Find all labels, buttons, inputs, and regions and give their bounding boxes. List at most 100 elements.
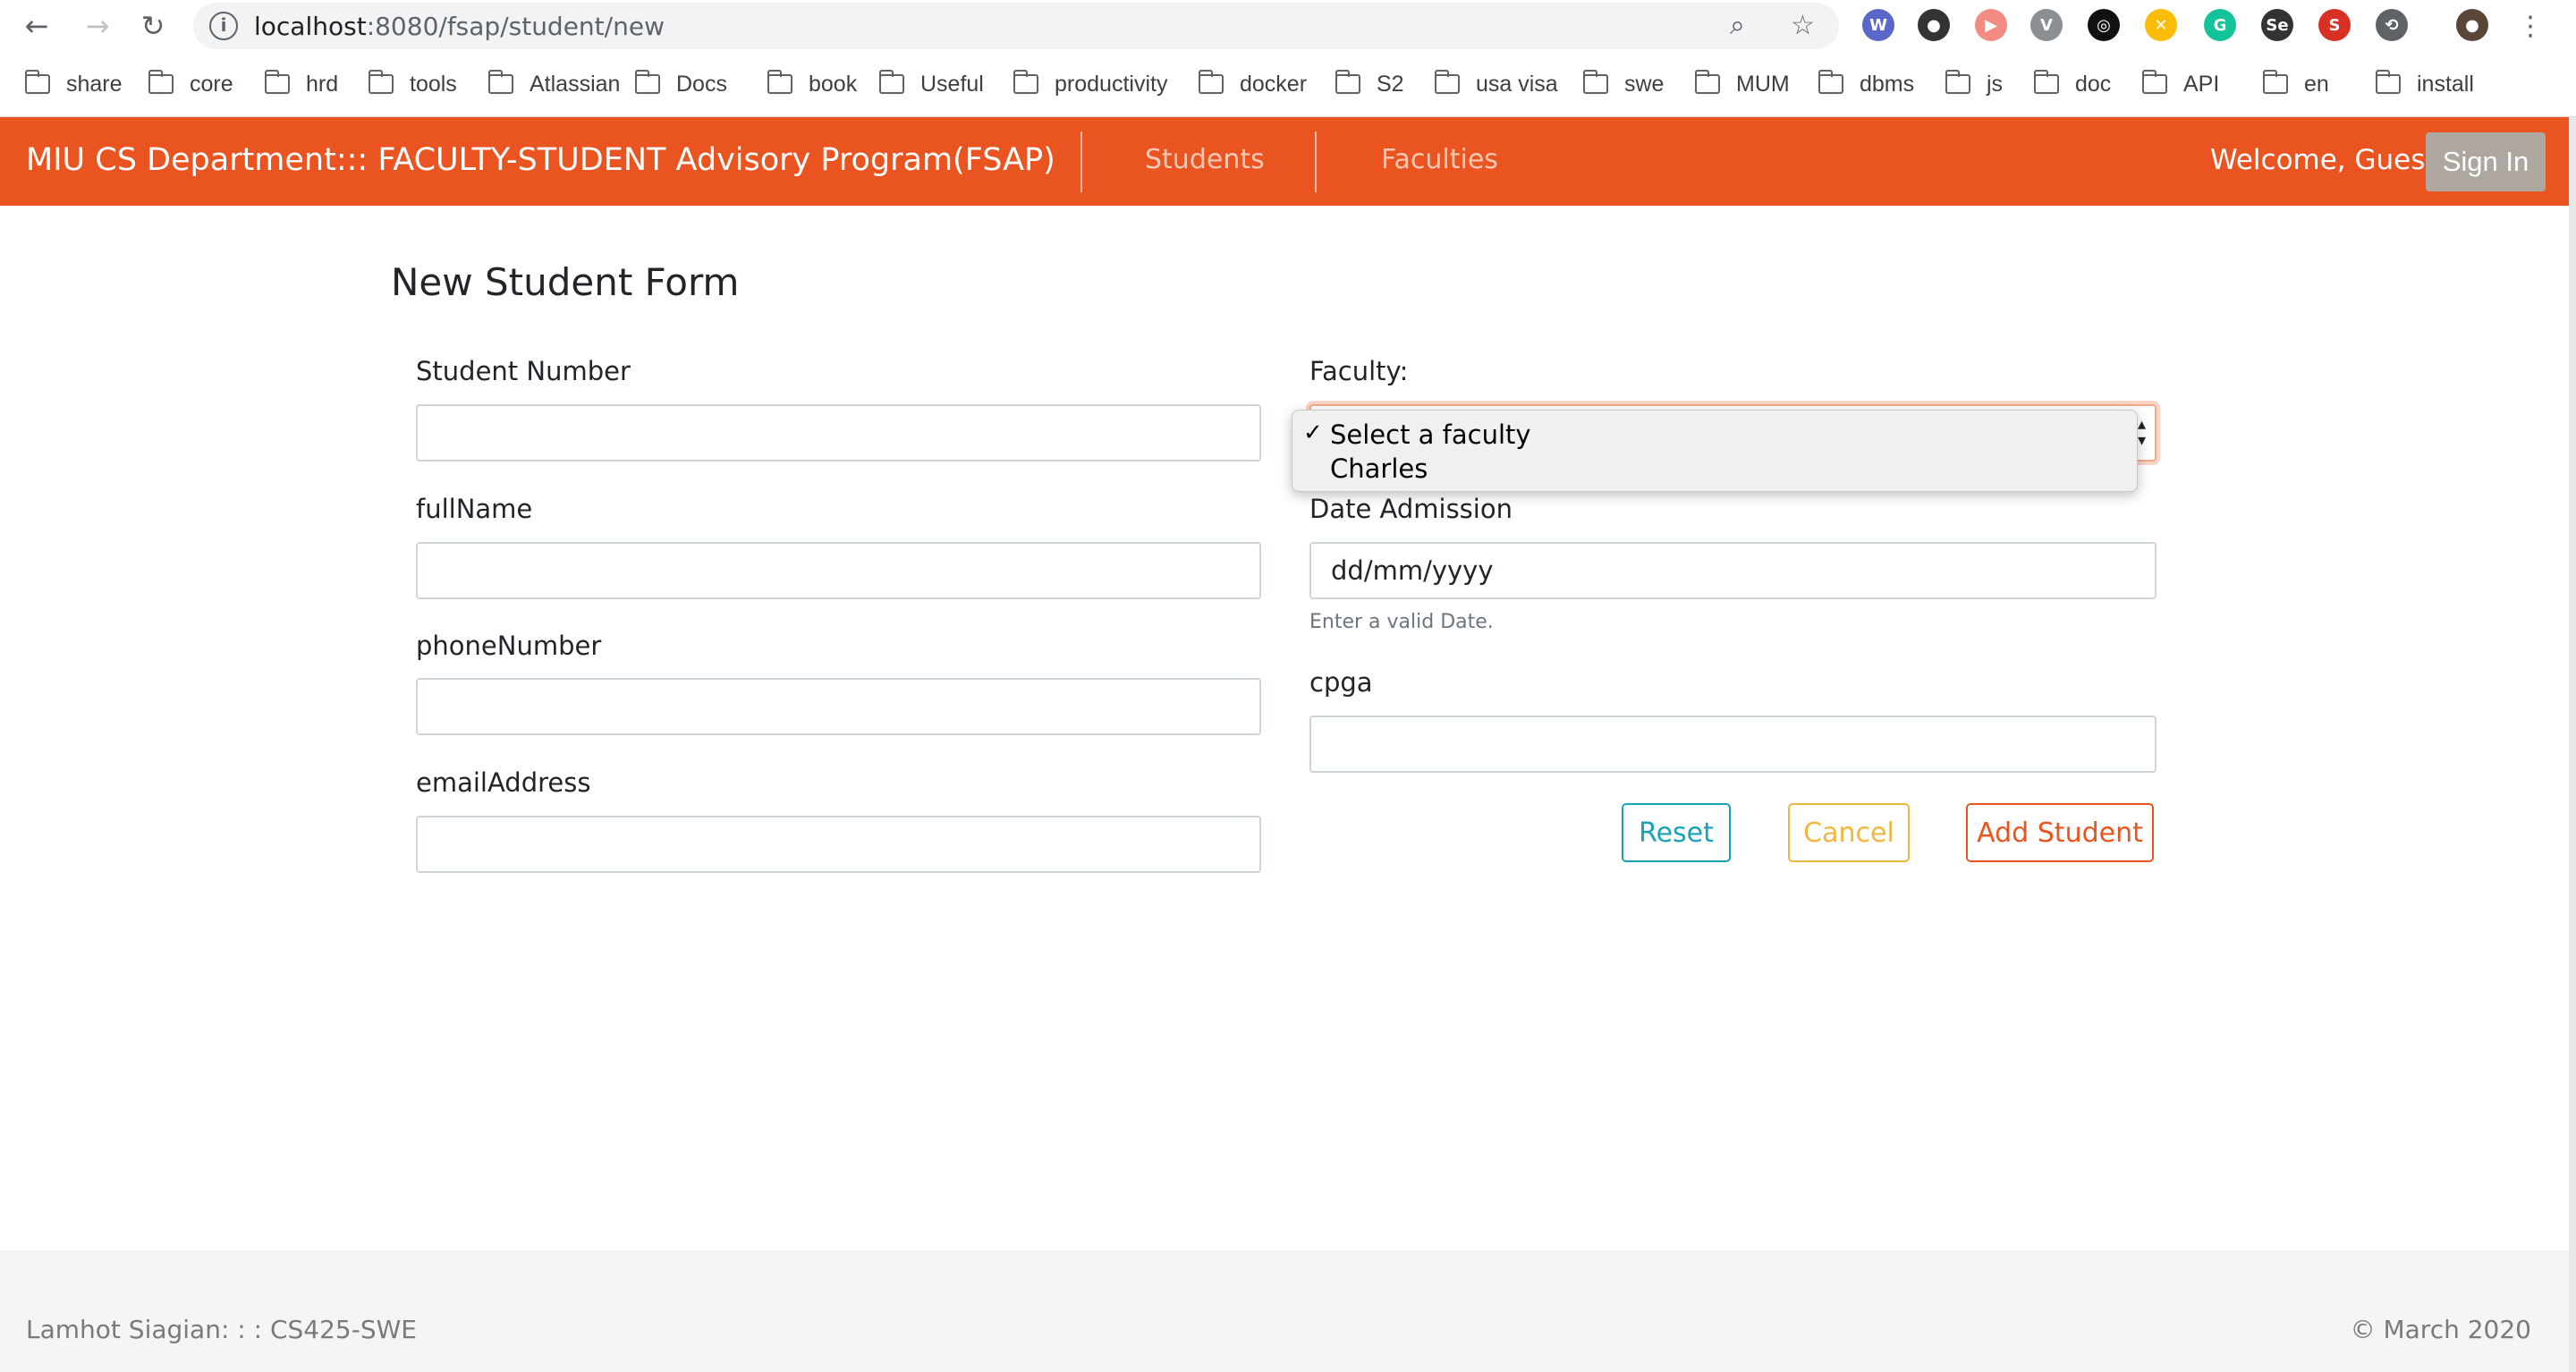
url-host: localhost	[254, 12, 367, 41]
bookmark-label: Docs	[676, 71, 727, 97]
extension-grammarly-icon[interactable]: G	[2204, 9, 2236, 41]
folder-icon	[264, 70, 290, 94]
faculty-label: Faculty:	[1309, 356, 1409, 386]
sign-in-button[interactable]: Sign In	[2426, 132, 2546, 191]
date-admission-label: Date Admission	[1309, 494, 1513, 524]
bookmark-item[interactable]: MUM	[1694, 68, 1790, 100]
extension-chrome-icon[interactable]: ✕	[2145, 9, 2177, 41]
bookmark-label: hrd	[306, 71, 339, 97]
phone-number-input[interactable]	[416, 678, 1261, 735]
extension-history-icon[interactable]: ⟲	[2376, 9, 2408, 41]
bookmark-item[interactable]: js	[1945, 68, 2003, 100]
bookmark-item[interactable]: usa visa	[1434, 68, 1558, 100]
url-path: :8080/fsap/student/new	[366, 12, 665, 41]
bookmark-item[interactable]: Useful	[878, 68, 984, 100]
faculty-option[interactable]: Select a faculty	[1330, 419, 1531, 450]
bookmark-label: docker	[1240, 71, 1308, 97]
bookmark-label: share	[66, 71, 123, 97]
cancel-button[interactable]: Cancel	[1788, 803, 1910, 862]
folder-icon	[487, 70, 513, 94]
site-info-icon[interactable]: i	[209, 12, 238, 40]
folder-icon	[2141, 70, 2167, 94]
fullname-input[interactable]	[416, 542, 1261, 599]
cpga-input[interactable]	[1309, 716, 2157, 773]
nav-link-faculties[interactable]: Faculties	[1381, 144, 1498, 175]
forward-arrow-icon[interactable]: →	[77, 5, 118, 47]
back-arrow-icon[interactable]: ←	[16, 5, 57, 47]
page-scrollbar[interactable]	[2569, 117, 2576, 1372]
nav-divider	[1080, 131, 1082, 192]
extension-target-icon[interactable]: ◎	[2088, 9, 2120, 41]
folder-icon	[148, 70, 174, 94]
reset-button[interactable]: Reset	[1622, 803, 1731, 862]
nav-divider	[1315, 131, 1317, 192]
bookmark-item[interactable]: Docs	[634, 68, 727, 100]
bookmark-label: en	[2304, 71, 2329, 97]
bookmark-label: Atlassian	[530, 71, 621, 97]
bookmark-item[interactable]: swe	[1582, 68, 1665, 100]
bookmark-item[interactable]: install	[2375, 68, 2474, 100]
email-address-input[interactable]	[416, 816, 1261, 873]
bookmark-label: Useful	[920, 71, 984, 97]
folder-icon	[1434, 70, 1460, 94]
folder-icon	[878, 70, 904, 94]
bookmark-item[interactable]: tools	[368, 68, 457, 100]
bookmark-item[interactable]: en	[2262, 68, 2329, 100]
checkmark-icon: ✓	[1303, 419, 1323, 446]
extension-v-icon[interactable]: V	[2030, 9, 2063, 41]
bookmark-item[interactable]: book	[767, 68, 857, 100]
phone-number-label: phoneNumber	[416, 631, 602, 661]
bookmark-item[interactable]: S2	[1335, 68, 1404, 100]
bookmark-item[interactable]: doc	[2033, 68, 2111, 100]
bookmark-item[interactable]: hrd	[264, 68, 339, 100]
faculty-dropdown-menu: ✓ Select a faculty Charles	[1292, 410, 2138, 492]
student-number-input[interactable]	[416, 404, 1261, 462]
bookmark-item[interactable]: share	[24, 68, 123, 100]
extension-arrow-icon[interactable]: ▶	[1975, 9, 2007, 41]
folder-icon	[1582, 70, 1608, 94]
date-placeholder: dd/mm/yyyy	[1331, 555, 1494, 586]
bookmark-star-icon[interactable]: ☆	[1791, 10, 1815, 41]
folder-icon	[767, 70, 792, 94]
date-admission-input[interactable]: dd/mm/yyyy	[1309, 542, 2157, 599]
menu-kebab-icon[interactable]: ⋮	[2510, 5, 2551, 47]
extension-w-icon[interactable]: W	[1862, 9, 1894, 41]
browser-toolbar: ← → ↻ i localhost:8080/fsap/student/new …	[0, 0, 2576, 52]
bookmark-label: dbms	[1860, 71, 1915, 97]
bookmark-label: S2	[1377, 71, 1404, 97]
bookmark-item[interactable]: dbms	[1818, 68, 1914, 100]
brand-title[interactable]: MIU CS Department::: FACULTY-STUDENT Adv…	[26, 142, 1055, 178]
bookmark-label: js	[1987, 71, 2004, 97]
date-help-text: Enter a valid Date.	[1309, 611, 1494, 633]
student-number-label: Student Number	[416, 356, 631, 386]
extension-mask-icon[interactable]: ●	[1918, 9, 1950, 41]
folder-icon	[368, 70, 394, 94]
address-bar[interactable]: i localhost:8080/fsap/student/new ⌕ ☆	[193, 3, 1839, 49]
add-student-button[interactable]: Add Student	[1966, 803, 2154, 862]
folder-icon	[1198, 70, 1224, 94]
folder-icon	[1013, 70, 1038, 94]
bookmark-label: MUM	[1736, 71, 1790, 97]
bookmark-label: swe	[1624, 71, 1665, 97]
folder-icon	[1694, 70, 1720, 94]
bookmark-item[interactable]: core	[148, 68, 233, 100]
reload-icon[interactable]: ↻	[132, 5, 174, 47]
page-title: New Student Form	[391, 260, 740, 304]
bookmark-item[interactable]: docker	[1198, 68, 1308, 100]
address-url[interactable]: localhost:8080/fsap/student/new	[254, 12, 665, 41]
bookmarks-bar: share core hrd tools Atlassian Docs book Useful…	[0, 52, 2576, 117]
nav-link-students[interactable]: Students	[1145, 144, 1265, 175]
bookmark-item[interactable]: API	[2141, 68, 2219, 100]
faculty-option[interactable]: Charles	[1330, 453, 1428, 484]
bookmark-item[interactable]: Atlassian	[487, 68, 621, 100]
bookmark-label: tools	[410, 71, 457, 97]
zoom-icon[interactable]: ⌕	[1730, 10, 1745, 41]
extension-s-icon[interactable]: S	[2318, 9, 2351, 41]
profile-avatar[interactable]: ●	[2456, 9, 2488, 41]
select-arrows-icon: ▴ ▾	[2137, 415, 2146, 450]
email-address-label: emailAddress	[416, 767, 591, 798]
extension-selenium-icon[interactable]: Se	[2261, 9, 2293, 41]
fullname-label: fullName	[416, 494, 533, 524]
bookmark-item[interactable]: productivity	[1013, 68, 1167, 100]
folder-icon	[2262, 70, 2288, 94]
